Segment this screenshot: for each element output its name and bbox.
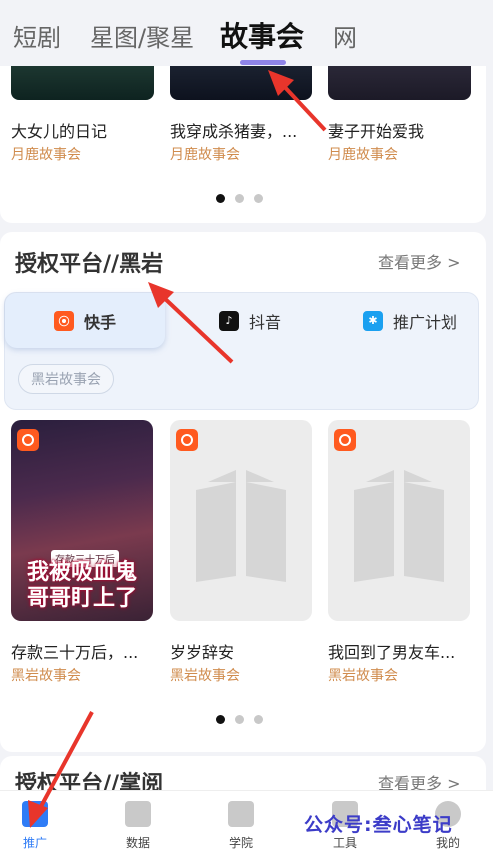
view-more-link[interactable]: 查看更多 > bbox=[378, 249, 461, 273]
book-source: 月鹿故事会 bbox=[328, 147, 398, 163]
book-cover-placeholder[interactable] bbox=[328, 420, 470, 621]
active-tab-indicator bbox=[240, 60, 286, 65]
cover-title: 我被吸血鬼哥哥盯上了 bbox=[26, 559, 137, 611]
book-source: 黑岩故事会 bbox=[11, 668, 81, 684]
book-source: 月鹿故事会 bbox=[170, 147, 240, 163]
page-dot[interactable] bbox=[254, 194, 263, 203]
nav-label: 数据 bbox=[125, 836, 150, 850]
nav-item-promote[interactable]: 推广 bbox=[0, 791, 70, 861]
book-cover[interactable] bbox=[170, 60, 312, 100]
book-cover[interactable]: 存款三十万后 我被吸血鬼哥哥盯上了 bbox=[11, 420, 153, 621]
section-title: 授权平台//黑岩 bbox=[15, 252, 164, 277]
kuaishou-badge-icon bbox=[176, 429, 198, 451]
book-cover[interactable] bbox=[328, 60, 471, 100]
book-title[interactable]: 妻子开始爱我 bbox=[328, 118, 473, 142]
platform-tab-label: 抖音 bbox=[248, 312, 281, 332]
top-tab-bar: 短剧 星图/聚星 故事会 网 bbox=[0, 0, 493, 66]
book-title[interactable]: 我回到了男友车... bbox=[328, 639, 473, 663]
filter-chip[interactable]: 黑岩故事会 bbox=[18, 364, 114, 394]
kuaishou-icon: ⦿ bbox=[53, 310, 74, 331]
nav-label: 学院 bbox=[228, 836, 253, 850]
douyin-icon: ♪ bbox=[218, 310, 239, 331]
platform-tab-label: 快手 bbox=[83, 312, 116, 332]
nav-item-data[interactable]: 数据 bbox=[103, 791, 173, 861]
nav-label: 推广 bbox=[22, 836, 47, 850]
book-title[interactable]: 岁岁辞安 bbox=[170, 639, 315, 663]
book-source: 月鹿故事会 bbox=[11, 147, 81, 163]
platform-tab-label: 推广计划 bbox=[392, 312, 457, 332]
carousel-pagination bbox=[216, 715, 263, 724]
nav-item-academy[interactable]: 学院 bbox=[206, 791, 276, 861]
platform-selector: ⦿ 快手 ♪ 抖音 ✱ 推广计划 黑岩故事会 bbox=[4, 292, 479, 410]
book-title[interactable]: 大女儿的日记 bbox=[11, 118, 156, 142]
book-cover[interactable] bbox=[11, 60, 154, 100]
carousel-pagination bbox=[216, 194, 263, 203]
page-dot[interactable] bbox=[216, 715, 225, 724]
data-chart-icon bbox=[125, 801, 151, 827]
tab-web[interactable]: 网 bbox=[333, 18, 357, 53]
page-dot[interactable] bbox=[235, 715, 244, 724]
academy-icon bbox=[228, 801, 254, 827]
tab-xingtu-juxing[interactable]: 星图/聚星 bbox=[90, 18, 194, 53]
book-title[interactable]: 我穿成杀猪妻，... bbox=[170, 118, 315, 142]
kuaishou-badge-icon bbox=[17, 429, 39, 451]
book-source: 黑岩故事会 bbox=[170, 668, 240, 684]
promote-icon bbox=[22, 801, 48, 827]
platform-tab-kuaishou[interactable]: ⦿ 快手 bbox=[5, 293, 165, 348]
tab-short-drama[interactable]: 短剧 bbox=[13, 18, 61, 53]
book-source: 黑岩故事会 bbox=[328, 668, 398, 684]
platform-tab-douyin[interactable]: ♪ 抖音 bbox=[195, 293, 305, 348]
platform-tab-promotion-plan[interactable]: ✱ 推广计划 bbox=[345, 293, 475, 348]
book-cover-placeholder[interactable] bbox=[170, 420, 312, 621]
promotion-plan-icon: ✱ bbox=[362, 310, 383, 331]
book-title[interactable]: 存款三十万后，... bbox=[11, 639, 156, 663]
kuaishou-badge-icon bbox=[334, 429, 356, 451]
page-dot[interactable] bbox=[235, 194, 244, 203]
tab-story-club[interactable]: 故事会 bbox=[220, 15, 304, 55]
page-dot[interactable] bbox=[216, 194, 225, 203]
page-dot[interactable] bbox=[254, 715, 263, 724]
watermark: 公众号:叁心笔记 bbox=[304, 814, 453, 836]
